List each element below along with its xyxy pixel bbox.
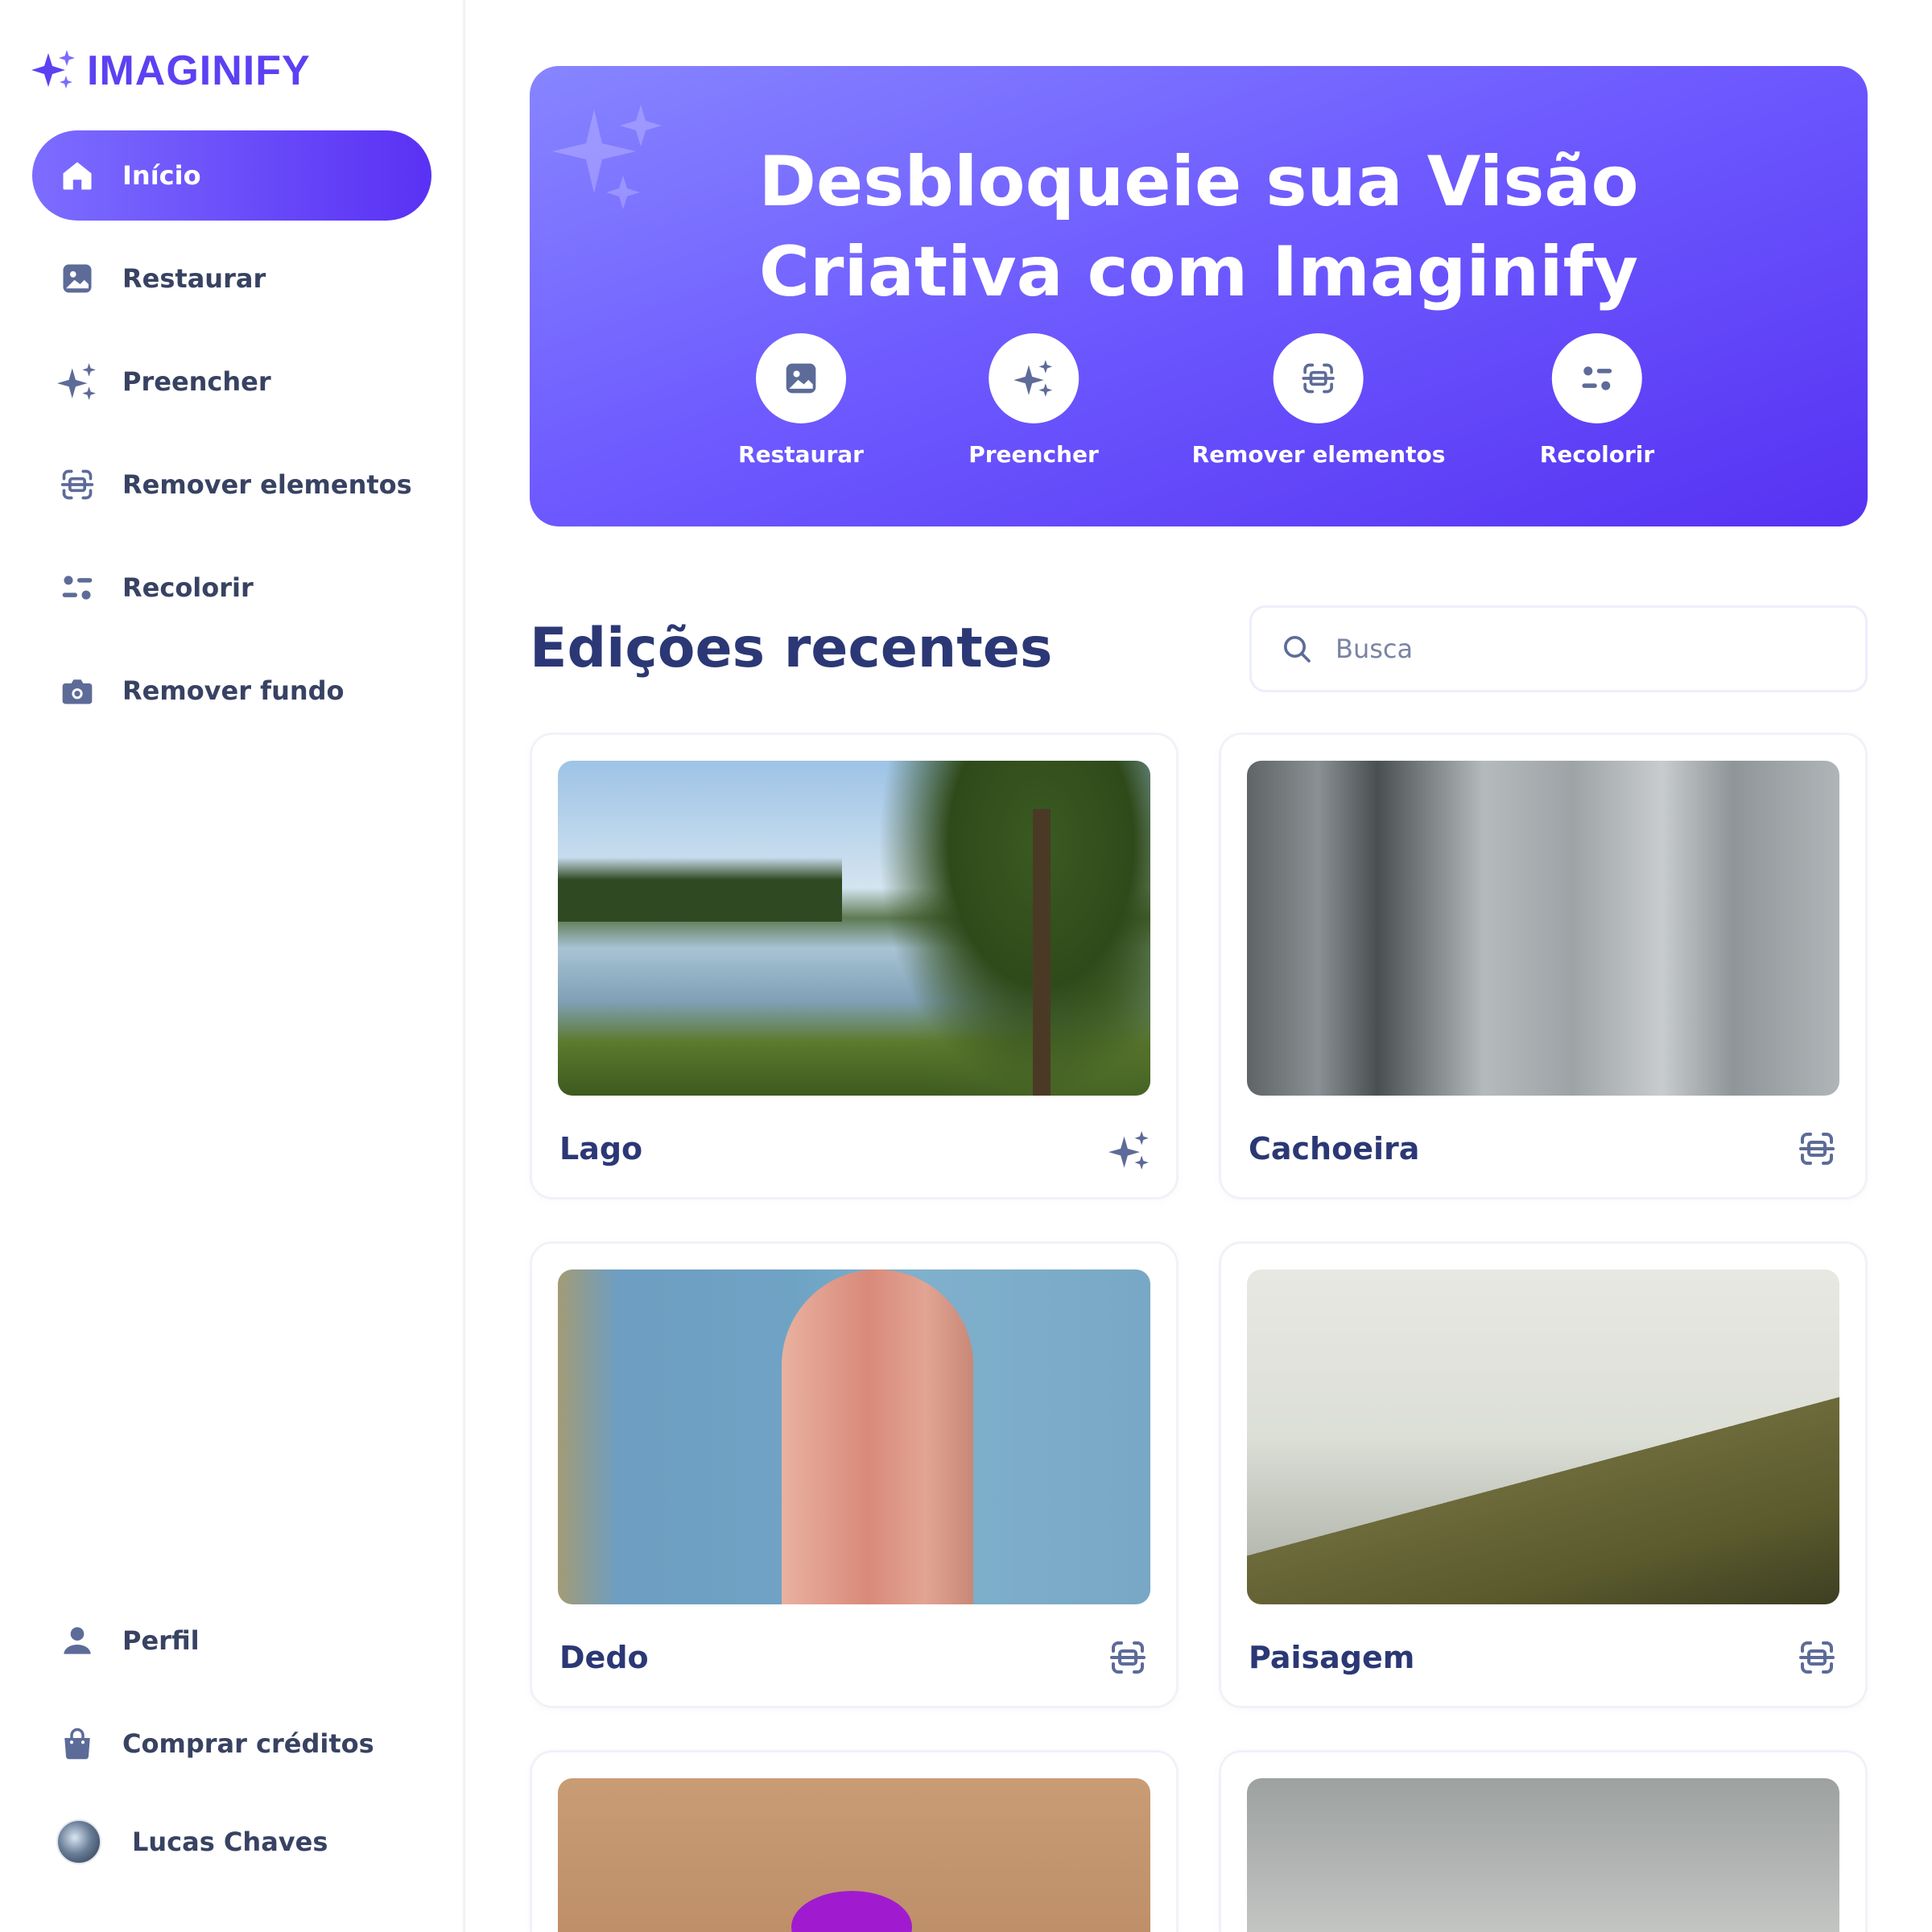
- tool-circle[interactable]: [1552, 333, 1642, 423]
- sidebar-nav: Início Restaurar Preencher Remover eleme…: [32, 130, 431, 749]
- search-icon: [1284, 636, 1311, 663]
- home-icon: [56, 155, 98, 196]
- sidebar-item-label: Perfil: [122, 1625, 200, 1656]
- sidebar-item-label: Recolorir: [122, 572, 254, 603]
- sidebar-item-label: Início: [122, 160, 201, 191]
- search-bar[interactable]: [1249, 605, 1868, 692]
- stars-icon: [1013, 360, 1052, 397]
- thumbnail-detail: [782, 1269, 973, 1604]
- thumbnail-detail: [877, 761, 1150, 1096]
- tool-label: Preencher: [968, 441, 1099, 468]
- sidebar-item-label: Remover elementos: [122, 469, 412, 500]
- main-content: Desbloqueie sua Visão Criativa com Imagi…: [530, 0, 1868, 1932]
- sidebar-item-inicio[interactable]: Início: [32, 130, 431, 221]
- search-input[interactable]: [1335, 634, 1818, 664]
- filter-icon: [1582, 366, 1612, 390]
- hero-tool-restaurar[interactable]: Restaurar: [738, 333, 864, 468]
- tool-circle[interactable]: [988, 333, 1079, 423]
- sidebar-item-label: Comprar créditos: [122, 1728, 374, 1759]
- sidebar-item-label: Remover fundo: [122, 675, 345, 706]
- scan-icon: [1302, 363, 1335, 394]
- sidebar-bottom: Perfil Comprar créditos Lucas Chaves: [32, 1596, 431, 1882]
- scan-icon: [1799, 1133, 1835, 1165]
- sidebar-item-remover-elementos[interactable]: Remover elementos: [32, 440, 431, 530]
- edit-card-partial-2[interactable]: [1219, 1750, 1868, 1932]
- user-name: Lucas Chaves: [132, 1827, 328, 1857]
- edit-title: Lago: [559, 1131, 643, 1166]
- sidebar-item-preencher[interactable]: Preencher: [32, 336, 431, 427]
- thumbnail-detail: [1033, 809, 1051, 1096]
- hero-tool-recolorir[interactable]: Recolorir: [1540, 333, 1654, 468]
- camera-icon: [56, 670, 98, 712]
- tool-label: Recolorir: [1539, 441, 1655, 468]
- tool-label: Remover elementos: [1191, 441, 1446, 468]
- edit-title: Cachoeira: [1249, 1131, 1420, 1166]
- stars-icon: [56, 361, 98, 402]
- bag-icon: [56, 1723, 98, 1765]
- edit-title: Dedo: [559, 1640, 649, 1675]
- scan-icon: [1110, 1641, 1146, 1674]
- filter-icon: [56, 567, 98, 609]
- sidebar-item-perfil[interactable]: Perfil: [32, 1596, 431, 1686]
- edit-thumbnail: [558, 1269, 1150, 1604]
- edit-thumbnail: [558, 761, 1150, 1096]
- image-icon: [56, 258, 98, 299]
- edit-card-dedo[interactable]: Dedo: [530, 1241, 1179, 1708]
- image-icon: [786, 363, 816, 394]
- sidebar-item-label: Preencher: [122, 366, 271, 397]
- thumbnail-detail: [1247, 1269, 1839, 1604]
- tool-circle[interactable]: [1273, 333, 1364, 423]
- user-profile[interactable]: Lucas Chaves: [32, 1802, 431, 1882]
- edit-card-paisagem[interactable]: Paisagem: [1219, 1241, 1868, 1708]
- edit-thumbnail: [1247, 1778, 1839, 1932]
- app-logo[interactable]: IMAGINIFY: [31, 47, 311, 95]
- edit-card-lago[interactable]: Lago: [530, 733, 1179, 1199]
- sidebar-item-recolorir[interactable]: Recolorir: [32, 543, 431, 633]
- edit-thumbnail: [558, 1778, 1150, 1932]
- edit-card-cachoeira[interactable]: Cachoeira: [1219, 733, 1868, 1199]
- edit-card-partial-1[interactable]: [530, 1750, 1179, 1932]
- user-icon: [56, 1620, 98, 1662]
- edit-title: Paisagem: [1249, 1640, 1415, 1675]
- logo-stars-icon: [31, 50, 75, 89]
- sidebar-item-comprar-creditos[interactable]: Comprar créditos: [32, 1699, 431, 1789]
- sidebar-item-remover-fundo[interactable]: Remover fundo: [32, 646, 431, 736]
- hero-banner: Desbloqueie sua Visão Criativa com Imagi…: [530, 66, 1868, 526]
- avatar[interactable]: [56, 1819, 101, 1864]
- sidebar-item-label: Restaurar: [122, 263, 266, 294]
- hero-title-line-1: Desbloqueie sua Visão: [758, 142, 1639, 222]
- thumbnail-detail: [558, 857, 843, 922]
- tool-label: Restaurar: [738, 441, 864, 468]
- edit-thumbnail: [1247, 761, 1839, 1096]
- app-name: IMAGINIFY: [87, 47, 311, 94]
- edit-thumbnail: [1247, 1269, 1839, 1604]
- thumbnail-detail: [791, 1891, 912, 1932]
- scan-icon: [56, 464, 98, 506]
- sidebar: IMAGINIFY Início Restaurar Preencher Rem…: [0, 0, 465, 1932]
- stars-icon: [1108, 1131, 1149, 1170]
- scan-icon: [1799, 1641, 1835, 1674]
- hero-title-line-2: Criativa com Imaginify: [758, 232, 1639, 312]
- recent-edits-title: Edições recentes: [530, 617, 1053, 680]
- hero-tool-preencher[interactable]: Preencher: [968, 333, 1099, 468]
- hero-title: Desbloqueie sua Visão Criativa com Imagi…: [530, 137, 1868, 317]
- hero-tool-remover-elementos[interactable]: Remover elementos: [1191, 333, 1446, 468]
- tool-circle[interactable]: [755, 333, 846, 423]
- sidebar-item-restaurar[interactable]: Restaurar: [32, 233, 431, 324]
